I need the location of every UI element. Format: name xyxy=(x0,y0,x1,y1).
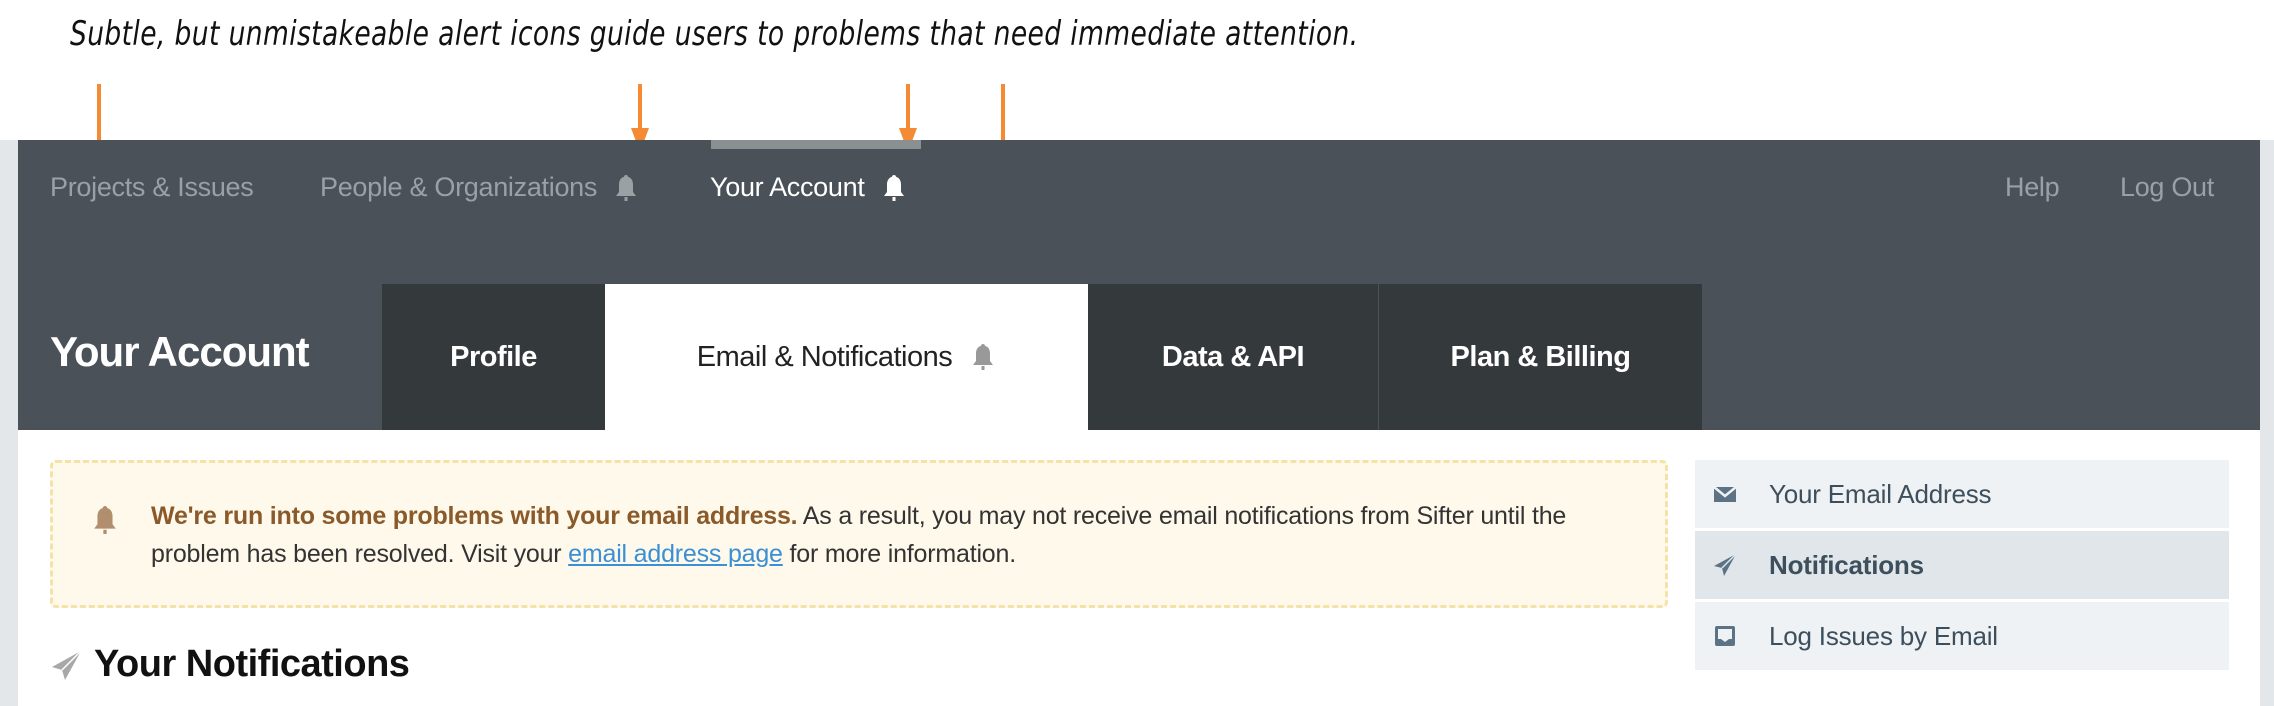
sidebar-item-label: Notifications xyxy=(1769,549,1924,580)
tab-plan-billing[interactable]: Plan & Billing xyxy=(1378,284,1702,430)
paper-plane-icon xyxy=(1714,553,1737,576)
tab-data-api[interactable]: Data & API xyxy=(1088,284,1378,430)
sidebar-item-log-issues-by-email[interactable]: Log Issues by Email xyxy=(1695,602,2229,670)
nav-label: Your Account xyxy=(710,172,865,202)
left-gutter xyxy=(0,140,18,706)
sidebar-item-label: Your Email Address xyxy=(1769,478,1992,509)
app-window: Projects & Issues People & Organizations… xyxy=(18,140,2260,706)
tab-email-notifications[interactable]: Email & Notifications xyxy=(605,284,1088,430)
tab-label: Plan & Billing xyxy=(1450,340,1631,373)
nav-label: People & Organizations xyxy=(320,172,598,202)
bell-icon xyxy=(883,174,904,201)
alert-message: We're run into some problems with your e… xyxy=(151,497,1631,573)
annotation-caption: Subtle, but unmistakeable alert icons gu… xyxy=(70,14,1359,54)
sidebar-item-label: Log Issues by Email xyxy=(1769,620,1998,651)
tab-profile[interactable]: Profile xyxy=(382,284,605,430)
bell-icon xyxy=(973,344,994,370)
page-title: Your Account xyxy=(50,328,310,375)
nav-label: Projects & Issues xyxy=(50,172,254,202)
email-problem-alert: We're run into some problems with your e… xyxy=(50,460,1668,608)
nav-label: Help xyxy=(2005,172,2060,202)
alert-body-text-end: for more information. xyxy=(782,540,1017,568)
paper-plane-icon xyxy=(52,649,82,680)
nav-log-out[interactable]: Log Out xyxy=(2120,172,2214,203)
email-address-page-link[interactable]: email address page xyxy=(568,540,783,568)
nav-people-organizations[interactable]: People & Organizations xyxy=(320,172,639,203)
sidebar: Your Email Address Notifications Log Iss… xyxy=(1695,460,2229,673)
bell-icon xyxy=(616,174,637,201)
sidebar-item-your-email-address[interactable]: Your Email Address xyxy=(1695,460,2229,528)
nav-projects-issues[interactable]: Projects & Issues xyxy=(50,172,254,203)
tab-label: Email & Notifications xyxy=(696,340,953,373)
bell-icon xyxy=(94,506,116,534)
tab-label: Data & API xyxy=(1161,340,1305,373)
section-heading: Your Notifications xyxy=(48,643,410,686)
header: Projects & Issues People & Organizations… xyxy=(18,140,2260,430)
tab-label: Profile xyxy=(450,340,537,373)
nav-label: Log Out xyxy=(2120,172,2214,202)
inbox-icon xyxy=(1715,626,1735,646)
sidebar-item-notifications[interactable]: Notifications xyxy=(1695,531,2229,599)
nav-your-account[interactable]: Your Account xyxy=(710,172,907,203)
active-nav-indicator xyxy=(711,140,921,149)
nav-help[interactable]: Help xyxy=(2005,172,2060,203)
section-heading-text: Your Notifications xyxy=(94,643,410,685)
envelope-icon xyxy=(1713,486,1737,502)
alert-strong-text: We're run into some problems with your e… xyxy=(151,502,798,530)
top-nav: Projects & Issues People & Organizations… xyxy=(18,140,2260,240)
right-gutter xyxy=(2260,140,2274,706)
